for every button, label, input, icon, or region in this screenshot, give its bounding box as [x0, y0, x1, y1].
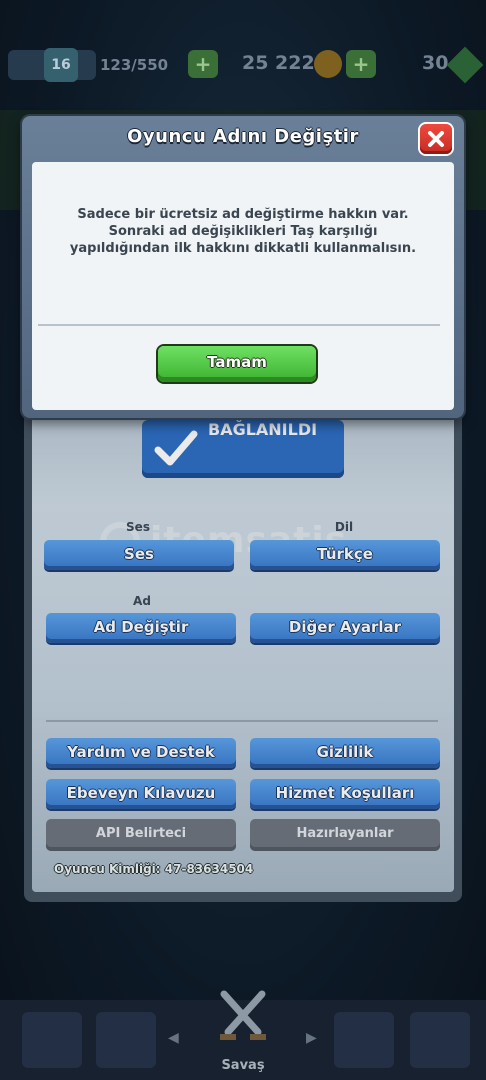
ok-button[interactable]: Tamam [158, 346, 316, 382]
change-name-dialog: Oyuncu Adını Değiştir Sadece bir ücretsi… [22, 116, 464, 418]
close-button[interactable] [420, 124, 452, 154]
dialog-title: Oyuncu Adını Değiştir [127, 126, 359, 147]
close-icon [428, 131, 444, 147]
dialog-divider [38, 324, 440, 326]
dialog-body: Sadece bir ücretsiz ad değiştirme hakkın… [32, 162, 454, 410]
dialog-message: Sadece bir ücretsiz ad değiştirme hakkın… [69, 207, 417, 256]
